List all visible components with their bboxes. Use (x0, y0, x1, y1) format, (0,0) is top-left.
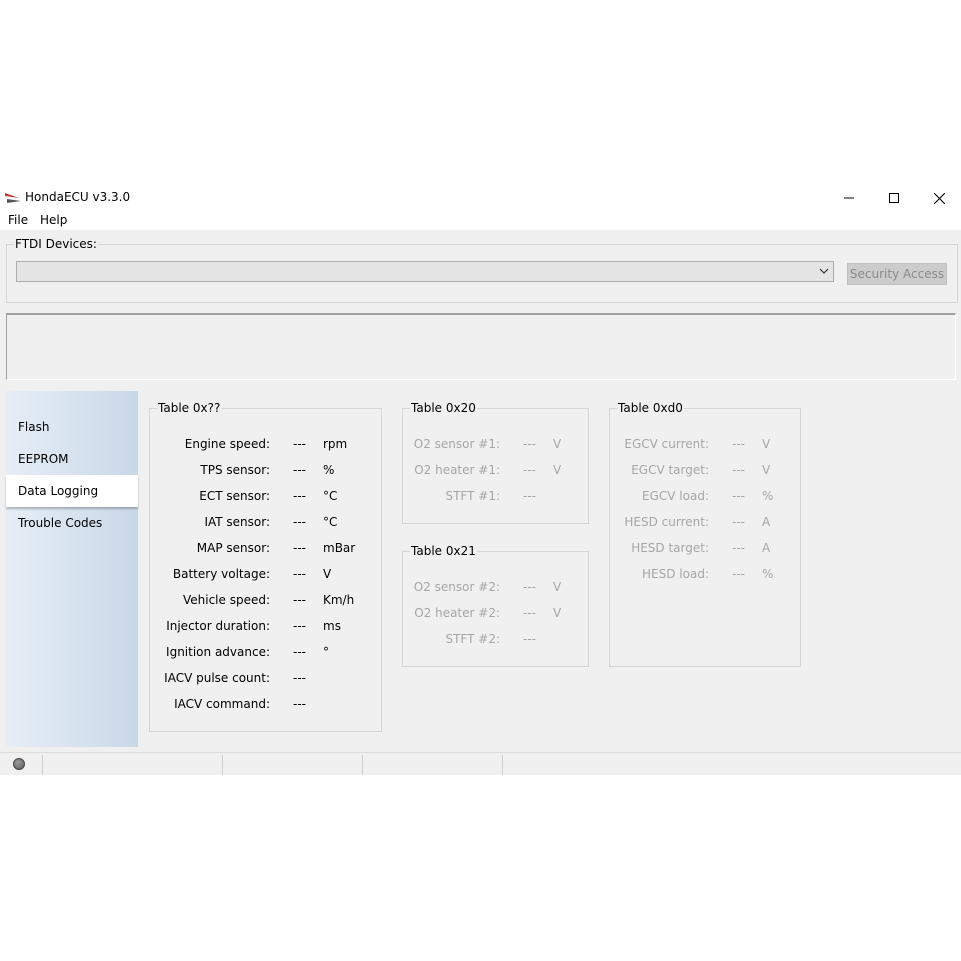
ignition-advance-value: --- (293, 645, 306, 659)
hesd-load-label: HESD load: (642, 567, 709, 581)
o2-heater-1-label: O2 heater #1: (414, 463, 500, 477)
egcv-target-value: --- (732, 463, 745, 477)
table-d0-title: Table 0xd0 (617, 401, 684, 415)
tab-data-logging[interactable]: Data Logging (18, 484, 98, 498)
window-title: HondaECU v3.3.0 (25, 190, 131, 204)
vehicle-speed-value: --- (293, 593, 306, 607)
hesd-target-unit: A (762, 541, 771, 555)
iacv-command-value: --- (293, 697, 306, 711)
hesd-load-value: --- (732, 567, 745, 581)
ect-sensor-label: ECT sensor: (199, 489, 270, 503)
o2-heater-2-unit: V (553, 606, 562, 620)
app-window: HondaECU v3.3.0 File Help FTDI Devices: … (0, 186, 961, 775)
log-output-box[interactable] (6, 313, 956, 380)
tps-sensor-unit: % (323, 463, 335, 477)
egcv-load-label: EGCV load: (642, 489, 709, 503)
egcv-current-label: EGCV current: (624, 437, 709, 451)
egcv-current-value: --- (732, 437, 745, 451)
o2-sensor-1-unit: V (553, 437, 562, 451)
minimize-button[interactable] (826, 186, 872, 210)
stft-1-value: --- (523, 489, 536, 503)
ftdi-device-select[interactable] (16, 261, 834, 282)
tps-sensor-value: --- (293, 463, 306, 477)
vehicle-speed-label: Vehicle speed: (182, 593, 270, 607)
iat-sensor-unit: °C (323, 515, 338, 529)
honda-logo-icon (5, 193, 21, 203)
o2-sensor-2-unit: V (553, 580, 562, 594)
menu-bar: File Help (0, 210, 961, 230)
tps-sensor-label: TPS sensor: (200, 463, 270, 477)
injector-duration-unit: ms (323, 619, 341, 633)
maximize-icon (889, 193, 899, 203)
maximize-button[interactable] (871, 186, 917, 210)
egcv-load-unit: % (762, 489, 774, 503)
iacv-pulse-count-value: --- (293, 671, 306, 685)
ftdi-devices-label: FTDI Devices: (14, 237, 98, 251)
stft-2-label: STFT #2: (445, 632, 500, 646)
tab-eeprom[interactable]: EEPROM (18, 452, 69, 466)
close-icon (933, 192, 945, 204)
status-separator (42, 755, 43, 775)
stft-2-value: --- (523, 632, 536, 646)
table-21-title: Table 0x21 (410, 544, 477, 558)
menu-file[interactable]: File (8, 213, 28, 227)
egcv-load-value: --- (732, 489, 745, 503)
table-main-title: Table 0x?? (157, 401, 222, 415)
vertical-tab-strip (6, 391, 138, 747)
o2-sensor-1-value: --- (523, 437, 536, 451)
map-sensor-unit: mBar (323, 541, 356, 555)
status-separator (502, 755, 503, 775)
security-access-button[interactable]: Security Access (847, 263, 947, 285)
close-button[interactable] (916, 186, 961, 210)
vehicle-speed-unit: Km/h (323, 593, 355, 607)
hesd-current-value: --- (732, 515, 745, 529)
injector-duration-label: Injector duration: (166, 619, 270, 633)
injector-duration-value: --- (293, 619, 306, 633)
status-bar (0, 752, 961, 775)
ect-sensor-unit: °C (323, 489, 338, 503)
tab-trouble-codes[interactable]: Trouble Codes (18, 516, 102, 530)
o2-sensor-1-label: O2 sensor #1: (413, 437, 500, 451)
map-sensor-label: MAP sensor: (196, 541, 270, 555)
engine-speed-label: Engine speed: (184, 437, 270, 451)
o2-sensor-2-label: O2 sensor #2: (413, 580, 500, 594)
hesd-current-unit: A (762, 515, 771, 529)
egcv-target-unit: V (762, 463, 771, 477)
battery-voltage-value: --- (293, 567, 306, 581)
o2-heater-1-unit: V (553, 463, 562, 477)
egcv-current-unit: V (762, 437, 771, 451)
minimize-icon (844, 197, 854, 199)
status-separator (362, 755, 363, 775)
ignition-advance-label: Ignition advance: (166, 645, 270, 659)
iacv-pulse-count-label: IACV pulse count: (164, 671, 270, 685)
tab-flash[interactable]: Flash (18, 420, 49, 434)
table-20-title: Table 0x20 (410, 401, 477, 415)
iacv-command-label: IACV command: (174, 697, 270, 711)
battery-voltage-unit: V (323, 567, 332, 581)
ignition-advance-unit: ° (323, 645, 329, 659)
battery-voltage-label: Battery voltage: (172, 567, 270, 581)
o2-heater-1-value: --- (523, 463, 536, 477)
title-bar[interactable]: HondaECU v3.3.0 (0, 186, 961, 210)
map-sensor-value: --- (293, 541, 306, 555)
status-led-icon (13, 758, 25, 770)
hesd-target-label: HESD target: (631, 541, 709, 555)
hesd-load-unit: % (762, 567, 774, 581)
engine-speed-value: --- (293, 437, 306, 451)
hesd-target-value: --- (732, 541, 745, 555)
menu-help[interactable]: Help (40, 213, 67, 227)
hesd-current-label: HESD current: (624, 515, 709, 529)
chevron-down-icon (819, 268, 829, 274)
iat-sensor-label: IAT sensor: (204, 515, 270, 529)
o2-sensor-2-value: --- (523, 580, 536, 594)
egcv-target-label: EGCV target: (631, 463, 709, 477)
o2-heater-2-value: --- (523, 606, 536, 620)
engine-speed-unit: rpm (323, 437, 348, 451)
o2-heater-2-label: O2 heater #2: (414, 606, 500, 620)
ect-sensor-value: --- (293, 489, 306, 503)
stft-1-label: STFT #1: (445, 489, 500, 503)
status-separator (222, 755, 223, 775)
iat-sensor-value: --- (293, 515, 306, 529)
